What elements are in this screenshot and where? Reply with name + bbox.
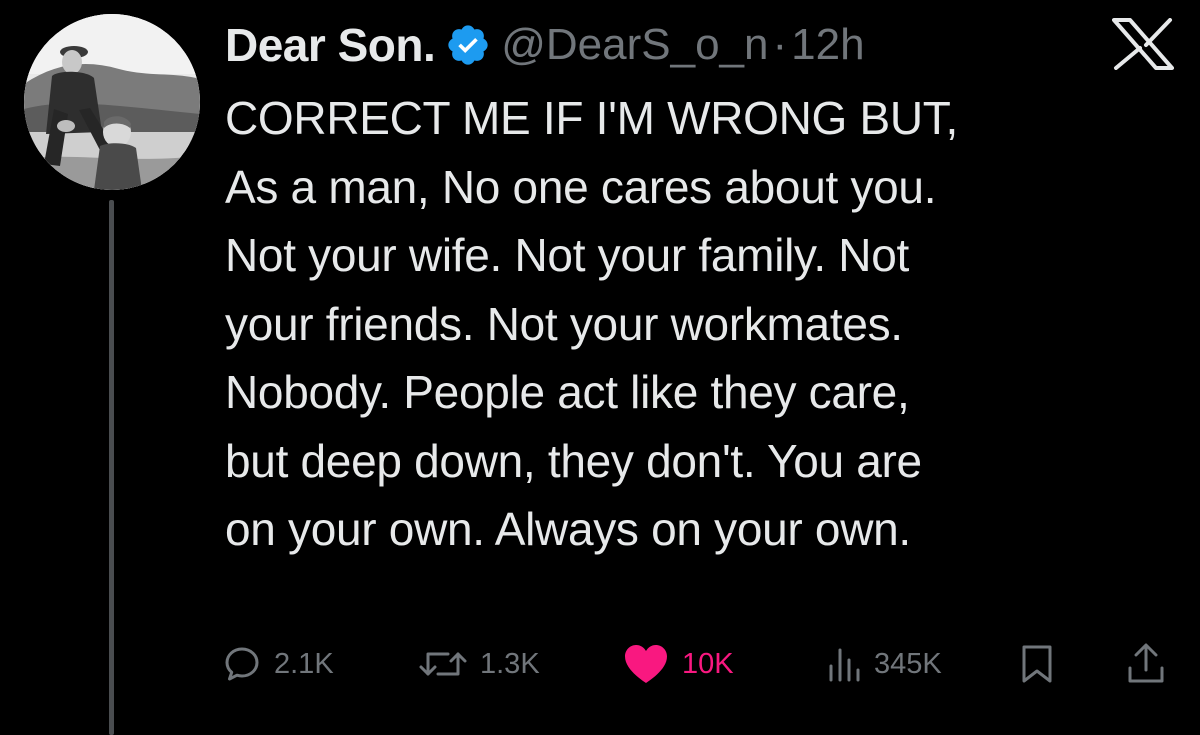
tweet-text-line: As a man, No one cares about you.	[225, 160, 937, 213]
tweet-text-line: Nobody. People act like they care,	[225, 366, 910, 418]
avatar-photo	[24, 14, 200, 190]
view-count: 345K	[874, 647, 942, 680]
share-upload-icon	[1128, 643, 1164, 683]
reply-count: 2.1K	[274, 647, 334, 680]
timestamp[interactable]: 12h	[791, 20, 864, 70]
avatar[interactable]	[24, 14, 200, 190]
heart-icon	[625, 645, 667, 683]
tweet-text: CORRECT ME IF I'M WRONG BUT, As a man, N…	[225, 84, 1185, 564]
tweet[interactable]: Dear Son. @DearS_o_n · 12h CORRECT ME IF…	[0, 0, 1200, 735]
repost-button[interactable]: 1.3K	[418, 636, 540, 692]
like-count: 10K	[682, 647, 734, 680]
tweet-text-line: on your own. Always on your own.	[225, 503, 911, 555]
x-logo-icon	[1112, 18, 1174, 70]
separator-dot: ·	[772, 20, 788, 69]
views-button[interactable]: 345K	[826, 636, 942, 692]
bookmark-button[interactable]	[1020, 636, 1066, 692]
bar-chart-icon	[829, 648, 860, 682]
repost-arrows-icon	[419, 652, 467, 676]
share-button[interactable]	[1126, 636, 1178, 692]
tweet-header: Dear Son. @DearS_o_n · 12h	[225, 10, 865, 80]
speech-bubble-icon	[225, 647, 259, 681]
tweet-text-line: but deep down, they don't. You are	[225, 434, 922, 487]
tweet-text-line: your friends. Not your workmates.	[225, 297, 903, 350]
tweet-text-line: CORRECT ME IF I'M WRONG BUT,	[225, 92, 958, 144]
action-bar: 2.1K 1.3K 10K 345K	[222, 636, 1182, 692]
reply-button[interactable]: 2.1K	[222, 636, 334, 692]
handle[interactable]: @DearS_o_n	[501, 20, 768, 70]
bookmark-icon	[1022, 645, 1052, 683]
thread-line	[109, 200, 114, 735]
display-name[interactable]: Dear Son.	[225, 18, 436, 72]
tweet-text-line: Not your wife. Not your family. Not	[225, 229, 909, 281]
like-button[interactable]: 10K	[622, 636, 734, 692]
verified-badge-icon	[445, 22, 491, 68]
repost-count: 1.3K	[480, 647, 540, 680]
